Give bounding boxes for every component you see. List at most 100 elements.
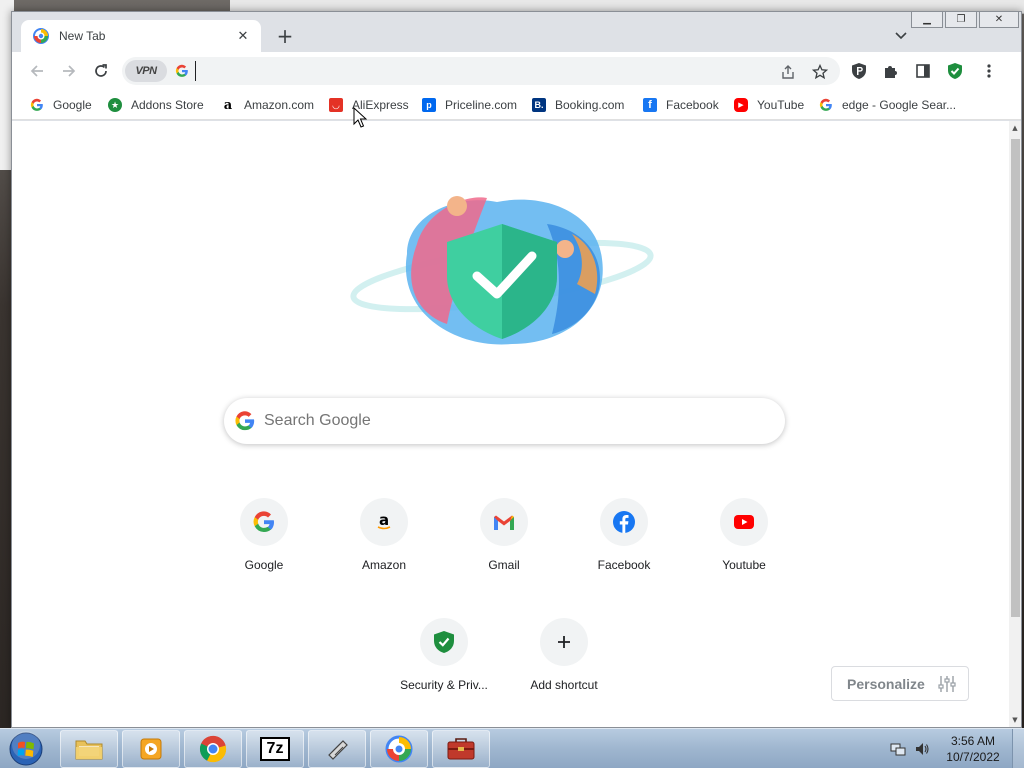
facebook-icon xyxy=(613,511,635,533)
taskbar-7zip[interactable]: 7z xyxy=(246,730,304,768)
system-clock[interactable]: 3:56 AM 10/7/2022 xyxy=(938,733,1008,765)
tab-new-tab[interactable]: New Tab ✕ xyxy=(21,20,261,52)
bookmark-booking[interactable]: B. Booking.com xyxy=(532,96,624,114)
taskbar-toolbox[interactable] xyxy=(432,730,490,768)
tab-title: New Tab xyxy=(59,29,106,43)
security-shield-icon xyxy=(434,631,454,653)
reload-icon[interactable] xyxy=(90,60,112,82)
google-icon xyxy=(30,98,43,111)
svg-text:a: a xyxy=(379,512,389,529)
bookmark-label: Google xyxy=(53,98,92,112)
back-icon[interactable] xyxy=(26,60,48,82)
bookmark-amazon[interactable]: a Amazon.com xyxy=(221,96,314,114)
shortcut-tile: a xyxy=(360,498,408,546)
network-icon[interactable] xyxy=(890,741,906,757)
shortcut-tile xyxy=(240,498,288,546)
shortcut-label: Google xyxy=(244,558,284,572)
google-icon xyxy=(819,98,832,111)
google-icon xyxy=(253,511,274,533)
bookmarks-bar: Google ★ Addons Store a Amazon.com ◡ Ali… xyxy=(12,90,1021,120)
youtube-icon: ▶ xyxy=(734,98,748,112)
scroll-up-icon[interactable]: ▲ xyxy=(1009,121,1021,135)
show-desktop-button[interactable] xyxy=(1012,729,1024,768)
personalize-label: Personalize xyxy=(847,675,925,692)
toolbar: VPN xyxy=(12,52,1021,90)
taskbar-chrome[interactable] xyxy=(184,730,242,768)
bookmark-aliexpress[interactable]: ◡ AliExpress xyxy=(329,96,409,114)
bookmark-priceline[interactable]: p Priceline.com xyxy=(422,96,517,114)
amazon-icon: a xyxy=(377,512,391,530)
bookmark-label: Facebook xyxy=(666,98,719,112)
menu-kebab-icon[interactable] xyxy=(980,62,998,80)
scroll-down-icon[interactable]: ▼ xyxy=(1009,713,1021,727)
windows-logo-icon xyxy=(9,731,43,766)
toolbox-icon xyxy=(447,738,475,760)
shortcut-label: Add shortcut xyxy=(530,678,598,692)
scroll-thumb[interactable] xyxy=(1011,139,1020,617)
bookmark-label: YouTube xyxy=(757,98,805,112)
privacy-shield-extension-icon[interactable] xyxy=(850,62,868,80)
share-icon[interactable] xyxy=(779,63,797,81)
bookmark-facebook[interactable]: f Facebook xyxy=(643,96,719,114)
address-input[interactable] xyxy=(195,61,840,81)
bookmark-label: Booking.com xyxy=(555,98,625,112)
folder-icon xyxy=(75,740,103,760)
shortcut-google[interactable]: Google xyxy=(208,492,320,604)
taskbar-media-player[interactable] xyxy=(122,730,180,768)
google-icon xyxy=(175,64,188,77)
shortcut-label: Gmail xyxy=(488,558,520,572)
bookmark-label: Amazon.com xyxy=(244,98,315,112)
shortcut-amazon[interactable]: a Amazon xyxy=(328,492,440,604)
volume-icon[interactable] xyxy=(914,741,930,757)
newtab-page: Google a Amazon Gmail xyxy=(12,121,1010,727)
shortcut-facebook[interactable]: Facebook xyxy=(568,492,680,604)
sliders-icon xyxy=(938,675,956,692)
omnibox[interactable]: VPN xyxy=(122,57,840,85)
gmail-icon xyxy=(494,515,514,530)
google-icon xyxy=(235,411,255,431)
plus-icon xyxy=(558,636,570,648)
mouse-cursor-icon xyxy=(353,107,367,128)
security-extension-icon[interactable] xyxy=(946,62,964,80)
bookmark-label: edge - Google Sear... xyxy=(842,98,957,112)
shortcut-gmail[interactable]: Gmail xyxy=(448,492,560,604)
bookmark-label: Priceline.com xyxy=(445,98,518,112)
media-player-icon xyxy=(140,738,162,760)
shortcut-tile xyxy=(540,618,588,666)
tool-icon xyxy=(328,740,348,760)
forward-icon[interactable] xyxy=(58,60,80,82)
bookmark-star-icon[interactable] xyxy=(811,63,829,81)
chrome-icon xyxy=(199,735,227,763)
youtube-icon xyxy=(734,515,754,529)
bookmark-google[interactable]: Google xyxy=(30,96,92,114)
taskbar-browser-alt[interactable] xyxy=(370,730,428,768)
new-tab-button[interactable]: + xyxy=(274,24,296,48)
bookmark-youtube[interactable]: ▶ YouTube xyxy=(734,96,804,114)
vpn-button[interactable]: VPN xyxy=(125,60,167,82)
shortcut-tile xyxy=(420,618,468,666)
shortcut-security-privacy[interactable]: Security & Priv... xyxy=(388,612,500,724)
extensions-puzzle-icon[interactable] xyxy=(882,62,900,80)
personalize-button[interactable]: Personalize xyxy=(831,666,969,701)
tab-search-icon[interactable] xyxy=(893,28,909,44)
google-search-box[interactable] xyxy=(224,398,785,444)
7zip-icon: 7z xyxy=(260,737,290,761)
bookmark-edge-google-search[interactable]: edge - Google Sear... xyxy=(819,96,956,114)
priceline-icon: p xyxy=(422,98,436,112)
shortcut-tile xyxy=(600,498,648,546)
add-shortcut-button[interactable]: Add shortcut xyxy=(508,612,620,724)
tab-close-icon[interactable]: ✕ xyxy=(235,28,251,44)
taskbar-tool[interactable] xyxy=(308,730,366,768)
bookmark-addons-store[interactable]: ★ Addons Store xyxy=(108,96,204,114)
clock-date: 10/7/2022 xyxy=(946,750,1000,764)
taskbar-explorer[interactable] xyxy=(60,730,118,768)
search-input[interactable] xyxy=(264,412,785,430)
page-scrollbar[interactable]: ▲ ▼ xyxy=(1009,121,1021,727)
clock-time: 3:56 AM xyxy=(950,734,996,748)
shortcut-label: Youtube xyxy=(722,558,766,572)
shortcut-label: Amazon xyxy=(361,558,407,572)
start-button[interactable] xyxy=(4,730,48,768)
side-panel-icon[interactable] xyxy=(914,62,932,80)
shortcut-youtube[interactable]: Youtube xyxy=(688,492,800,604)
aliexpress-icon: ◡ xyxy=(329,98,343,112)
